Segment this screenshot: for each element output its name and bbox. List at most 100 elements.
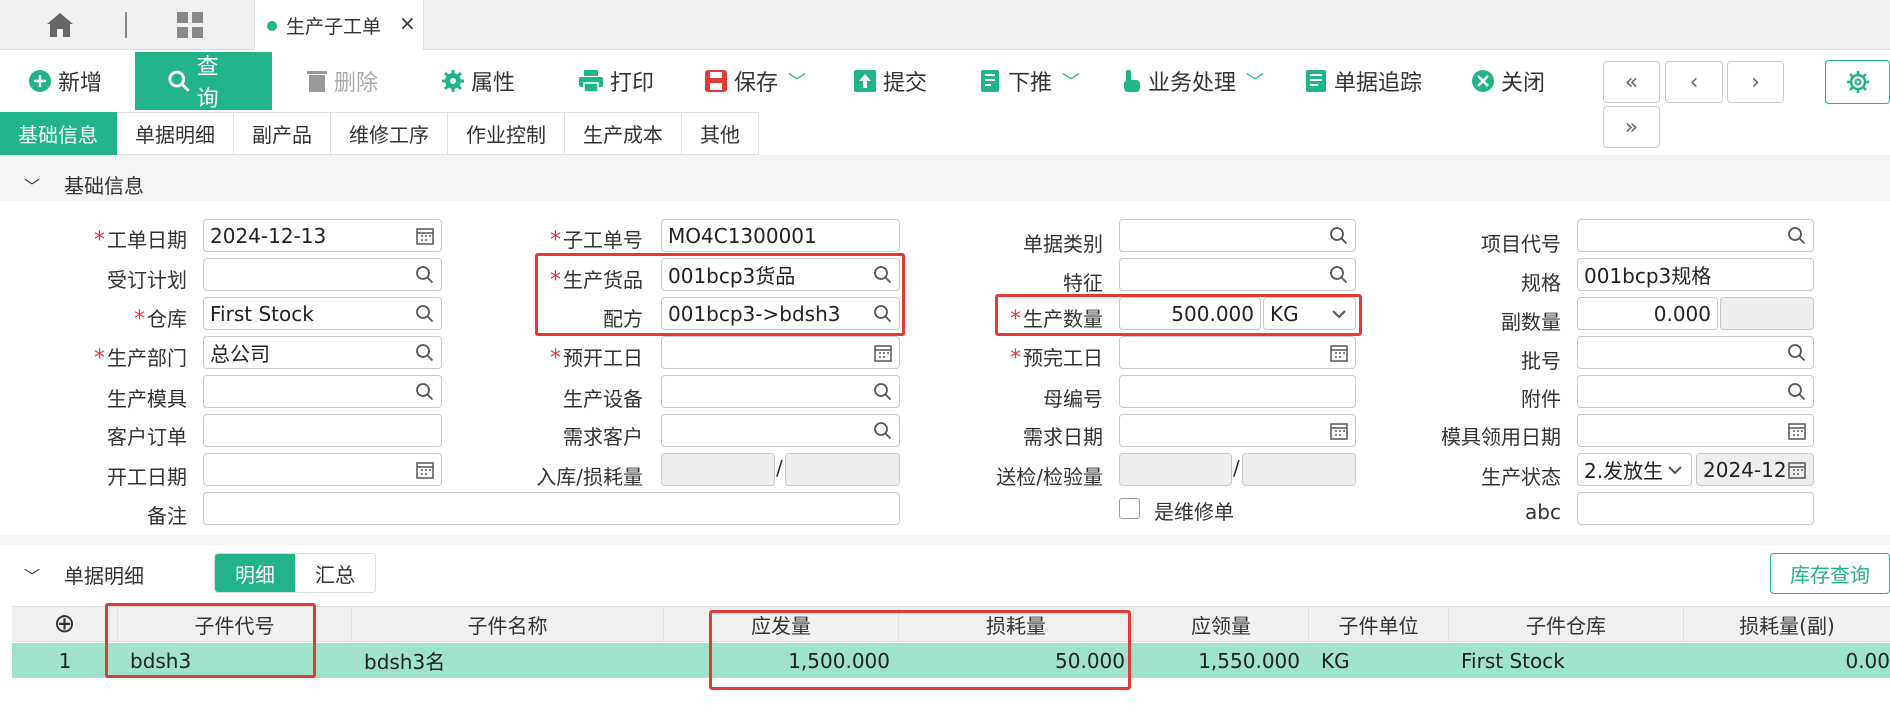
- search-icon[interactable]: [415, 265, 435, 285]
- tab-doc-detail[interactable]: 单据明细: [117, 112, 234, 155]
- feature-input[interactable]: [1119, 258, 1356, 291]
- submit-button[interactable]: 提交: [853, 52, 927, 110]
- repair-checkbox[interactable]: [1119, 498, 1140, 519]
- search-icon[interactable]: [1787, 382, 1807, 402]
- cust-order-input[interactable]: [203, 414, 442, 447]
- order-plan-label: 受订计划: [107, 268, 187, 292]
- abc-input[interactable]: [1577, 492, 1814, 525]
- project-input[interactable]: [1577, 219, 1814, 252]
- search-icon[interactable]: [1787, 343, 1807, 363]
- demand-cust-input[interactable]: [661, 414, 900, 447]
- mold-date-input[interactable]: [1577, 414, 1814, 447]
- demand-date-input[interactable]: [1119, 414, 1356, 447]
- add-row-icon[interactable]: ⊕: [12, 606, 118, 642]
- section-title: 基础信息: [64, 174, 145, 198]
- calendar-icon[interactable]: [1329, 343, 1349, 363]
- stock-query-button[interactable]: 库存查询: [1770, 553, 1890, 594]
- detail-header[interactable]: ﹀ 单据明细: [24, 560, 144, 589]
- cell-warehouse[interactable]: First Stock: [1461, 643, 1681, 678]
- chevron-down-icon: ﹀: [788, 72, 807, 93]
- warehouse-input[interactable]: First Stock: [203, 297, 442, 330]
- calendar-icon[interactable]: [1787, 460, 1807, 480]
- search-icon[interactable]: [1787, 226, 1807, 246]
- tab-work-control[interactable]: 作业控制: [448, 112, 565, 155]
- loss-qty-input: [785, 453, 900, 486]
- tab-summary[interactable]: 汇总: [295, 554, 375, 592]
- cell-receive[interactable]: 1,550.000: [1134, 643, 1300, 678]
- first-page-button[interactable]: «: [1603, 61, 1660, 103]
- order-plan-input[interactable]: [203, 258, 442, 291]
- remark-input[interactable]: [203, 492, 900, 525]
- attachment-label: 附件: [1521, 387, 1561, 411]
- cell-loss-sub[interactable]: 0.00: [1684, 643, 1890, 678]
- search-icon[interactable]: [873, 382, 893, 402]
- search-icon[interactable]: [415, 304, 435, 324]
- search-icon[interactable]: [415, 382, 435, 402]
- batch-input[interactable]: [1577, 336, 1814, 369]
- plan-open-input[interactable]: [661, 336, 900, 369]
- section-divider: [0, 535, 1890, 545]
- row-number: 1: [58, 648, 72, 673]
- trace-button[interactable]: 单据追踪: [1304, 52, 1422, 110]
- in-qty-input: [661, 453, 775, 486]
- tab-other[interactable]: 其他: [682, 112, 759, 155]
- tab-sub-work-order[interactable]: 生产子工单 ×: [254, 0, 424, 50]
- prev-page-button[interactable]: ‹: [1665, 61, 1723, 103]
- delete-button[interactable]: 删除: [306, 52, 378, 110]
- work-date-input[interactable]: 2024-12-13: [203, 219, 442, 252]
- doc-type-input[interactable]: [1119, 219, 1356, 252]
- search-icon[interactable]: [1329, 265, 1349, 285]
- status-date-input[interactable]: 2024-12: [1696, 453, 1814, 486]
- sub-no-input[interactable]: MO4C1300001: [661, 219, 900, 252]
- repair-label: 是维修单: [1154, 500, 1234, 524]
- print-button[interactable]: 打印: [578, 52, 654, 110]
- status-select[interactable]: 2.发放生: [1577, 453, 1692, 486]
- home-icon[interactable]: [44, 10, 76, 40]
- spec-input[interactable]: 001bcp3规格: [1577, 258, 1814, 291]
- plan-done-input[interactable]: [1119, 336, 1356, 369]
- calendar-icon[interactable]: [873, 343, 893, 363]
- search-icon[interactable]: [873, 421, 893, 441]
- search-icon[interactable]: [1329, 226, 1349, 246]
- cell-name[interactable]: bdsh3名: [364, 643, 662, 678]
- attachment-input[interactable]: [1577, 375, 1814, 408]
- equipment-input[interactable]: [661, 375, 900, 408]
- cell-unit[interactable]: KG: [1321, 643, 1447, 678]
- new-button[interactable]: 新增: [28, 52, 102, 110]
- slash-separator: /: [1233, 456, 1240, 480]
- batch-label: 批号: [1521, 349, 1561, 373]
- col-header-receive: 应领量: [1134, 606, 1309, 642]
- tab-basic-info[interactable]: 基础信息: [0, 112, 117, 155]
- tab-by-product[interactable]: 副产品: [234, 112, 331, 155]
- next-page-button[interactable]: ›: [1727, 61, 1784, 103]
- open-date-input[interactable]: [203, 453, 442, 486]
- sub-qty-input[interactable]: 0.000: [1577, 297, 1718, 330]
- last-page-button[interactable]: »: [1603, 106, 1660, 148]
- close-button[interactable]: 关闭: [1471, 52, 1545, 110]
- mold-input[interactable]: [203, 375, 442, 408]
- chevron-down-icon: ﹀: [1062, 72, 1081, 93]
- close-tab-icon[interactable]: ×: [399, 11, 416, 35]
- dept-input[interactable]: 总公司: [203, 336, 442, 369]
- tab-detail[interactable]: 明细: [215, 554, 295, 592]
- apps-grid-icon[interactable]: [176, 11, 204, 39]
- tab-production-cost[interactable]: 生产成本: [565, 112, 682, 155]
- calendar-icon[interactable]: [1787, 421, 1807, 441]
- calendar-icon[interactable]: [415, 460, 435, 480]
- calendar-icon[interactable]: [1329, 421, 1349, 441]
- calendar-icon[interactable]: [415, 226, 435, 246]
- tab-repair-process[interactable]: 维修工序: [331, 112, 448, 155]
- save-button[interactable]: 保存 ﹀: [704, 52, 806, 110]
- business-button[interactable]: 业务处理 ﹀: [1120, 52, 1264, 110]
- in-loss-label: 入库/损耗量: [536, 465, 643, 489]
- parent-no-input[interactable]: [1119, 375, 1356, 408]
- basic-info-header[interactable]: ﹀ 基础信息: [24, 170, 144, 199]
- section-header-bar: [0, 155, 1890, 201]
- properties-button[interactable]: 属性: [441, 52, 515, 110]
- settings-button[interactable]: [1825, 60, 1890, 104]
- push-down-button[interactable]: 下推 ﹀: [978, 52, 1080, 110]
- search-icon[interactable]: [415, 343, 435, 363]
- query-button[interactable]: 查询: [135, 52, 272, 112]
- highlight-box: [535, 253, 905, 336]
- close-label: 关闭: [1501, 71, 1546, 96]
